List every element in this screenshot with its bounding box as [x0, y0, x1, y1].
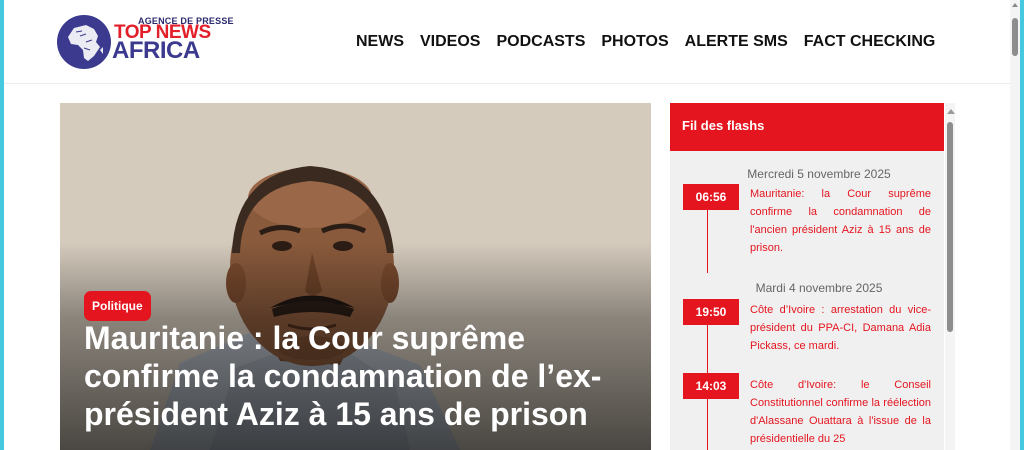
- hero-title[interactable]: Mauritanie : la Cour suprême confirme la…: [84, 319, 634, 433]
- flash-item-text[interactable]: Côte d'Ivoire: le Conseil Constitutionne…: [750, 376, 931, 448]
- main-nav: NEWS VIDEOS PODCASTS PHOTOS ALERTE SMS F…: [356, 32, 951, 52]
- nav-photos[interactable]: PHOTOS: [601, 32, 668, 52]
- flash-panel-title: Fil des flashs: [670, 103, 944, 151]
- logo-line2: AFRICA: [112, 37, 200, 64]
- flash-item-text[interactable]: Côte d’Ivoire : arrestation du vice-prés…: [750, 301, 931, 355]
- site-logo[interactable]: AGENCE DE PRESSE TOP NEWS AFRICA: [56, 14, 234, 72]
- nav-news[interactable]: NEWS: [356, 32, 404, 52]
- nav-alerte-sms[interactable]: ALERTE SMS: [685, 32, 788, 52]
- flash-timeline: Mercredi 5 novembre 2025 06:56 Mauritani…: [670, 151, 944, 450]
- flash-panel-scrollbar[interactable]: [945, 103, 955, 450]
- scroll-up-arrow-icon[interactable]: [1012, 3, 1018, 7]
- flash-item-text[interactable]: Mauritanie: la Cour suprême confirme la …: [750, 185, 931, 257]
- scroll-thumb[interactable]: [947, 122, 953, 332]
- scroll-thumb[interactable]: [1012, 18, 1018, 56]
- flash-time: 19:50: [683, 299, 739, 325]
- nav-fact-checking[interactable]: FACT CHECKING: [804, 32, 936, 52]
- flash-date: Mercredi 5 novembre 2025: [747, 167, 891, 181]
- window-scrollbar[interactable]: [1010, 0, 1020, 450]
- nav-videos[interactable]: VIDEOS: [420, 32, 480, 52]
- timeline-line: [707, 201, 708, 273]
- flash-news-panel: Fil des flashs Mercredi 5 novembre 2025 …: [670, 103, 944, 450]
- hero-article[interactable]: Politique Mauritanie : la Cour suprême c…: [60, 103, 651, 450]
- category-badge[interactable]: Politique: [84, 291, 151, 321]
- nav-podcasts[interactable]: PODCASTS: [496, 32, 585, 52]
- site-header: AGENCE DE PRESSE TOP NEWS AFRICA NEWS VI…: [4, 0, 1010, 84]
- scroll-up-arrow-icon[interactable]: [947, 109, 955, 114]
- flash-date: Mardi 4 novembre 2025: [755, 281, 883, 295]
- africa-globe-icon: [57, 15, 111, 69]
- window-frame-right: [1020, 0, 1024, 450]
- flash-time: 06:56: [683, 184, 739, 210]
- page-viewport: AGENCE DE PRESSE TOP NEWS AFRICA NEWS VI…: [4, 0, 1010, 450]
- flash-time: 14:03: [683, 373, 739, 399]
